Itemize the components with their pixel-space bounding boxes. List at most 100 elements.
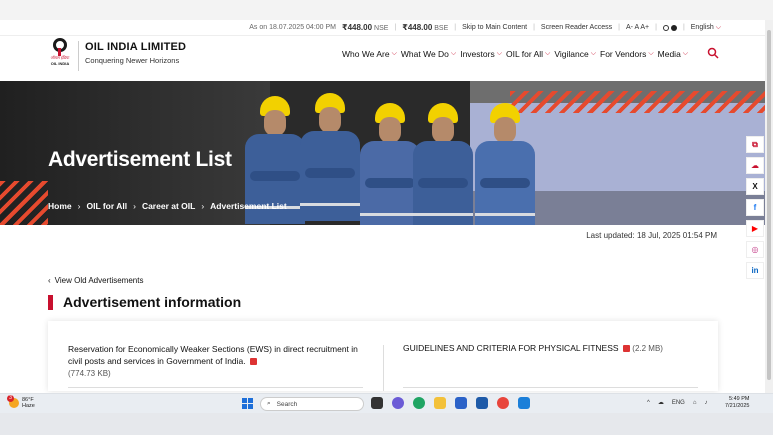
chevron-down-icon: ⌵ xyxy=(590,50,597,57)
utility-bar: As on 18.07.2025 04:00 PM ₹448.00 NSE | … xyxy=(0,20,765,36)
x-twitter-icon[interactable]: X xyxy=(746,178,764,195)
pdf-icon[interactable] xyxy=(250,358,258,366)
mail-icon[interactable] xyxy=(455,397,467,409)
clock-time: 5:49 PM xyxy=(728,396,750,402)
breadcrumb-career[interactable]: Career at OIL xyxy=(142,201,195,211)
hero-stripes-decoration xyxy=(510,91,765,113)
separator: | xyxy=(533,24,535,31)
search-icon[interactable] xyxy=(707,47,719,59)
language-select[interactable]: English ⌵ xyxy=(691,24,721,32)
scrollbar-thumb[interactable] xyxy=(767,30,771,380)
weather-text: 86°F Haze xyxy=(22,397,35,409)
bse-label: BSE xyxy=(434,25,449,32)
oil-india-logo[interactable]: ऑयल इंडिया OIL INDIA xyxy=(48,38,72,74)
onedrive-icon[interactable]: ☁ xyxy=(658,399,664,406)
cloud-icon[interactable]: ☁ xyxy=(746,157,764,174)
nav-item-label: What We Do xyxy=(400,49,449,59)
bse-price: ₹448.00 xyxy=(402,23,433,32)
separator: | xyxy=(394,24,397,31)
chevron-down-icon: ⌵ xyxy=(682,50,689,57)
bse-price-group: ₹448.00 BSE xyxy=(402,23,448,32)
breadcrumb-oil-for-all[interactable]: OIL for All xyxy=(86,201,127,211)
nav-item-label: Who We Are xyxy=(342,49,390,59)
nav-who-we-are[interactable]: Who We Are ⌵ xyxy=(342,49,397,59)
youtube-icon[interactable]: ▶ xyxy=(746,220,764,237)
nav-what-we-do[interactable]: What We Do ⌵ xyxy=(401,49,456,59)
row-divider xyxy=(403,387,698,388)
advertisement-item-fitness[interactable]: GUIDELINES AND CRITERIA FOR PHYSICAL FIT… xyxy=(403,343,703,353)
view-old-advertisements-link[interactable]: ‹ View Old Advertisements xyxy=(48,276,143,285)
brand-divider xyxy=(78,41,79,71)
skip-link[interactable]: Skip to Main Content xyxy=(462,24,527,31)
nav-item-label: Media xyxy=(657,49,681,59)
windows-taskbar: 3 86°F Haze ⌕ Search ^ ☁ ENG ⌂ ♪ 5:49 PM… xyxy=(0,393,773,413)
main-nav: Who We Are ⌵ What We Do ⌵ Investors ⌵ OIL f… xyxy=(342,49,688,59)
nse-price: ₹448.00 xyxy=(342,23,373,32)
taskbar-search-placeholder: Search xyxy=(276,400,298,408)
light-contrast-icon[interactable] xyxy=(662,24,669,31)
weather-icon: 3 xyxy=(7,395,19,408)
instagram-icon[interactable]: ◎ xyxy=(746,241,764,258)
chevron-down-icon: ⌵ xyxy=(545,50,551,57)
file-explorer-icon[interactable] xyxy=(434,397,446,409)
search-icon: ⌕ xyxy=(267,400,271,407)
app-icon[interactable] xyxy=(518,397,530,409)
notification-badge: 3 xyxy=(7,395,14,402)
weather-widget[interactable]: 3 86°F Haze xyxy=(7,395,35,409)
windows-start-icon[interactable] xyxy=(242,398,253,409)
contrast-toggle[interactable] xyxy=(662,24,677,31)
store-icon[interactable] xyxy=(476,397,488,409)
network-icon[interactable]: ⌂ xyxy=(693,400,697,406)
nav-investors[interactable]: Investors ⌵ xyxy=(460,49,502,59)
volume-icon[interactable]: ♪ xyxy=(704,400,707,406)
separator: | xyxy=(682,24,685,31)
copilot-icon[interactable] xyxy=(392,397,404,409)
dark-contrast-icon[interactable] xyxy=(670,24,677,31)
chevron-right-icon: › xyxy=(77,201,81,211)
chevron-right-icon: › xyxy=(133,201,136,211)
advertisement-title[interactable]: GUIDELINES AND CRITERIA FOR PHYSICAL FIT… xyxy=(403,343,619,353)
separator: | xyxy=(618,24,620,31)
nav-item-label: Vigilance xyxy=(554,49,589,59)
hero-stripes-left-decoration xyxy=(0,181,48,225)
chevron-down-icon: ⌵ xyxy=(450,50,457,57)
file-size: (774.73 KB) xyxy=(68,369,111,378)
brand-name[interactable]: OIL INDIA LIMITED xyxy=(85,41,186,53)
language-label: English xyxy=(690,23,714,31)
section-title: Advertisement information xyxy=(63,294,242,310)
nse-label: NSE xyxy=(374,25,389,32)
font-size-controls[interactable]: A- A A+ xyxy=(626,24,649,31)
chrome-icon[interactable] xyxy=(497,397,509,409)
edge-icon[interactable] xyxy=(413,397,425,409)
language-indicator[interactable]: ENG xyxy=(672,400,685,406)
nav-media[interactable]: Media ⌵ xyxy=(658,49,688,59)
last-updated: Last updated: 18 Jul, 2025 01:54 PM xyxy=(586,231,717,240)
nav-oil-for-all[interactable]: OIL for All ⌵ xyxy=(506,49,550,59)
nse-price-group: ₹448.00 NSE xyxy=(342,23,388,32)
section-accent-bar xyxy=(48,294,53,310)
nav-for-vendors[interactable]: For Vendors ⌵ xyxy=(600,49,654,59)
page-title: Advertisement List xyxy=(48,148,232,171)
breadcrumb-current: Advertisement List xyxy=(210,201,287,211)
taskbar-apps xyxy=(371,397,530,409)
taskbar-clock[interactable]: 5:49 PM 7/21/2025 xyxy=(725,396,749,410)
linkedin-icon[interactable]: in xyxy=(746,262,764,279)
chevron-up-icon[interactable]: ^ xyxy=(647,400,650,406)
nav-item-label: For Vendors xyxy=(600,49,647,59)
file-size: (2.2 MB) xyxy=(632,344,663,353)
pdf-icon[interactable] xyxy=(622,345,630,353)
advertisement-title[interactable]: Reservation for Economically Weaker Sect… xyxy=(68,344,358,366)
taskbar-search[interactable]: ⌕ Search xyxy=(260,397,364,411)
chevron-down-icon: ⌵ xyxy=(391,50,397,57)
screen-reader-link[interactable]: Screen Reader Access xyxy=(541,24,612,31)
weather-desc: Haze xyxy=(22,403,35,409)
social-sidebar: ⧉ ☁ X f ▶ ◎ in xyxy=(746,136,764,279)
pdf-share-icon[interactable]: ⧉ xyxy=(746,136,764,153)
advertisement-item-ews[interactable]: Reservation for Economically Weaker Sect… xyxy=(68,343,358,380)
chevron-down-icon: ⌵ xyxy=(648,50,654,57)
task-view-icon[interactable] xyxy=(371,397,383,409)
nav-vigilance[interactable]: Vigilance ⌵ xyxy=(554,49,596,59)
chevron-right-icon: › xyxy=(201,201,205,211)
breadcrumb-home[interactable]: Home xyxy=(48,201,72,211)
facebook-icon[interactable]: f xyxy=(746,199,764,216)
